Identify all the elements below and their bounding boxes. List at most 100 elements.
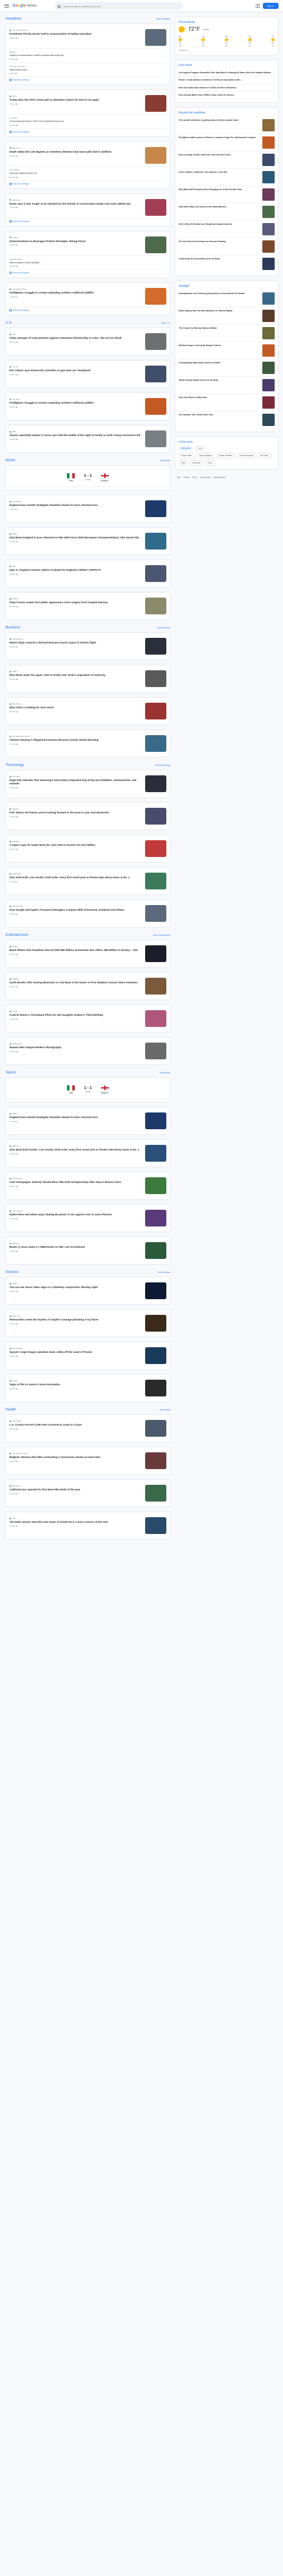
- story-thumbnail[interactable]: [145, 1517, 166, 1535]
- related-story-headline[interactable]: Video footage of Cuban protests...: [9, 262, 163, 264]
- story-source[interactable]: STAT: [9, 1517, 142, 1519]
- topic-chip[interactable]: Bill Cosby: [257, 452, 271, 458]
- sidebar-story-thumbnail[interactable]: [262, 292, 275, 305]
- sidebar-story-thumbnail[interactable]: [262, 326, 275, 339]
- story-headline[interactable]: How Google and Apple's Password Managers…: [9, 908, 142, 912]
- story[interactable]: NBC News Death Valley hits 130 degrees as…: [9, 145, 166, 167]
- topic-chip[interactable]: Heat wave: [189, 460, 204, 466]
- related-story-source[interactable]: Associated Press: [9, 258, 163, 261]
- related-story[interactable]: The Guardian Heat wave bakes western U.S.…: [9, 167, 166, 181]
- story-source[interactable]: The Hill: [9, 366, 142, 368]
- related-story-source[interactable]: The Guardian: [9, 169, 163, 171]
- story[interactable]: Engadget A Super Copy Of 'Super Mario 64'…: [9, 838, 166, 859]
- story-source[interactable]: Bloomberg: [9, 703, 142, 705]
- story-headline[interactable]: Texans reportedly waited 17 hours and un…: [9, 434, 142, 437]
- story[interactable]: Fox News Firefighters struggle to contain…: [9, 396, 166, 417]
- story-source[interactable]: ESPN: [9, 1112, 142, 1115]
- story-thumbnail[interactable]: [145, 236, 166, 253]
- topic-chip[interactable]: Dianne Feinstein: [215, 452, 235, 458]
- section-title[interactable]: Health: [6, 1408, 16, 1412]
- story-thumbnail[interactable]: [145, 703, 166, 720]
- story-source[interactable]: Yahoo Sports: [9, 1210, 142, 1212]
- sidebar-story[interactable]: The Vacation Trip Thriller Scare Tale: [179, 411, 275, 428]
- story[interactable]: Golf Channel Cam Champagne: Nobody Should…: [9, 1175, 166, 1196]
- story-source[interactable]: Variety: [9, 945, 142, 948]
- sidebar-story[interactable]: Could Earth Be Surrounded by an Ice Ring…: [179, 255, 275, 272]
- sidebar-story-thumbnail[interactable]: [262, 171, 275, 183]
- story-thumbnail[interactable]: [145, 945, 166, 963]
- story-thumbnail[interactable]: [145, 1145, 166, 1162]
- story-thumbnail[interactable]: [145, 638, 166, 655]
- story-source[interactable]: Los Angeles Times: [9, 288, 142, 290]
- story-headline[interactable]: Pope Francis makes first public appearan…: [9, 601, 142, 604]
- story-source[interactable]: Space.com: [9, 1315, 142, 1317]
- more-section-link[interactable]: More Science: [159, 1271, 170, 1273]
- google-news-logo[interactable]: Google News: [12, 4, 37, 8]
- story-headline[interactable]: Women Who Shaped Modern Photography: [9, 1046, 142, 1049]
- story[interactable]: Rolling Stone Women Who Shaped Modern Pho…: [9, 1040, 166, 1062]
- story-thumbnail[interactable]: [145, 775, 166, 793]
- sidebar-story-headline[interactable]: This wonder collection is getting ready …: [179, 119, 238, 131]
- more-section-link[interactable]: More Headlines: [156, 18, 170, 20]
- tab-fact-check[interactable]: Fact check: [179, 446, 193, 451]
- story-headline[interactable]: Eric Adams says Democrats' priorities on…: [9, 369, 142, 372]
- sidebar-story-thumbnail[interactable]: [262, 257, 275, 270]
- story[interactable]: NPR Texans reportedly waited 17 hours and…: [9, 428, 166, 449]
- sidebar-story-headline[interactable]: Fact-checking Trump's claim that 'vaccin…: [179, 154, 231, 166]
- sidebar-story-thumbnail[interactable]: [262, 136, 275, 149]
- story-thumbnail[interactable]: [145, 333, 166, 351]
- sidebar-story[interactable]: Gym Gets Stars to Stay Home: [179, 394, 275, 411]
- story-headline[interactable]: Watch Virgin Galactic's Richard Branson …: [9, 641, 142, 645]
- story[interactable]: People Cardi B Shares a Throwback Photo f…: [9, 1008, 166, 1029]
- story-source[interactable]: The Washington Post: [9, 29, 142, 31]
- footer-link[interactable]: Terms: [192, 476, 197, 479]
- story-headline[interactable]: Black Widow Sets Pandemic Record With $8…: [9, 949, 142, 952]
- related-story[interactable]: Fox News Trump beats DeSantis in CPAC 202…: [9, 115, 166, 129]
- sidebar-story[interactable]: Why NBA Draft Prospects Went Shopping Fo…: [179, 186, 275, 203]
- related-story[interactable]: The New York Times Haiti Arrests Doctor..…: [9, 63, 166, 78]
- story[interactable]: Space.com Researchers solve the mystery o…: [9, 1313, 166, 1334]
- sign-in-button[interactable]: Sign in: [262, 3, 279, 9]
- weather-card[interactable]: Reichelsburg 72°F Sunny Mon 81° 63° Tue 84° 6…: [175, 17, 279, 55]
- story[interactable]: Reuters Pope Francis makes first public a…: [9, 595, 166, 617]
- story[interactable]: NBA.com Bucks @ Suns Game 2 | #NBAFinals …: [9, 1240, 166, 1261]
- sidebar-story[interactable]: The best Dark Knot at Home for Summer Re…: [179, 238, 275, 255]
- sidebar-story-thumbnail[interactable]: [262, 344, 275, 357]
- fact-check-title[interactable]: Fact check: [179, 64, 275, 67]
- story-headline[interactable]: California has reported its first West N…: [9, 1488, 142, 1491]
- sidebar-story[interactable]: Is Dispatching Daily Steps Good for Heal…: [179, 359, 275, 377]
- story-headline[interactable]: Why China is bidding for tech sector: [9, 706, 142, 709]
- story[interactable]: STAT The Delta Variant: How this new stra…: [9, 1515, 166, 1536]
- related-story-source[interactable]: The New York Times: [9, 65, 163, 68]
- story-source[interactable]: NBA.com: [9, 1242, 142, 1244]
- section-title[interactable]: World: [6, 458, 15, 462]
- story-thumbnail[interactable]: [145, 735, 166, 752]
- story[interactable]: The Wall Street Journal Chinese Slowing A…: [9, 733, 166, 754]
- sidebar-story[interactable]: How Kmart Wipe Out Chance at the Bank Ma…: [179, 203, 275, 221]
- sidebar-story-headline[interactable]: Poster: Vi and sanitizers needed for COV…: [179, 79, 242, 81]
- story-thumbnail[interactable]: [145, 398, 166, 415]
- sidebar-story[interactable]: Poster: Vi and sanitizers needed for COV…: [179, 77, 275, 84]
- story-headline[interactable]: Death Valley hits 130 degrees as relentl…: [9, 150, 142, 154]
- story-thumbnail[interactable]: [145, 1043, 166, 1060]
- topic-chip[interactable]: Texas Democrats: [236, 452, 256, 458]
- section-title[interactable]: Technology: [6, 763, 24, 767]
- story-source[interactable]: People: [9, 1010, 142, 1012]
- story-source[interactable]: CNN: [9, 333, 142, 335]
- story-headline[interactable]: Firefighters struggle to contain explodi…: [9, 401, 142, 405]
- sidebar-story[interactable]: Firefighters battle cyclone of flames in…: [179, 134, 275, 151]
- sidebar-story-headline[interactable]: Here's Why the Rockies Are Targeting Osw…: [179, 223, 232, 235]
- story-thumbnail[interactable]: [145, 533, 166, 550]
- related-story-headline[interactable]: Suspect in assassination of Haiti's pres…: [9, 54, 163, 57]
- story-thumbnail[interactable]: [145, 95, 166, 112]
- sidebar-story-thumbnail[interactable]: [262, 396, 275, 409]
- story-source[interactable]: Polygon: [9, 808, 142, 810]
- story[interactable]: NASA You can see Venus, Mars align in a '…: [9, 1280, 166, 1301]
- story[interactable]: The Hill Eric Adams says Democrats' prior…: [9, 363, 166, 385]
- more-section-link[interactable]: More Business: [157, 627, 170, 629]
- sidebar-story-headline[interactable]: Gym Gets Stars to Stay Home: [179, 396, 207, 409]
- sidebar-story-headline[interactable]: The Vacation Trip Thriller Scare Tale: [179, 414, 213, 426]
- story[interactable]: The Washington Post Prominent Florida doc…: [9, 27, 166, 49]
- story[interactable]: The New York Times Belgium: Woman died af…: [9, 1450, 166, 1471]
- story[interactable]: Los Angeles Times Firefighters struggle t…: [9, 286, 166, 308]
